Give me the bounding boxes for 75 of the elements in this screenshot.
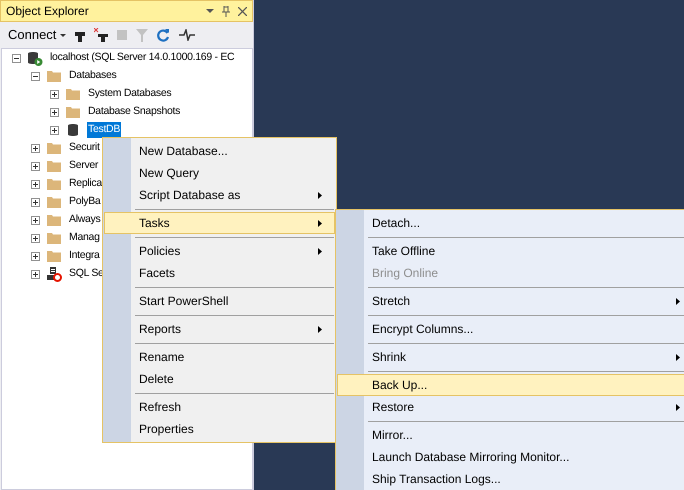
collapse-icon[interactable]: [12, 54, 21, 62]
folder-icon: [46, 159, 62, 173]
disconnect-icon[interactable]: [94, 28, 108, 42]
submenu-arrow-icon: [676, 404, 680, 410]
folder-icon: [46, 177, 62, 191]
expand-icon[interactable]: [31, 216, 40, 224]
menu-item[interactable]: Mirror...: [337, 424, 684, 446]
menu-item[interactable]: Rename: [104, 346, 335, 368]
menu-item[interactable]: Launch Database Mirroring Monitor...: [337, 446, 684, 468]
folder-icon: [46, 195, 62, 209]
folder-icon: [46, 213, 62, 227]
tree-item[interactable]: Database Snapshots: [87, 104, 182, 120]
menu-item[interactable]: Shrink: [337, 346, 684, 368]
submenu-arrow-icon: [676, 354, 680, 360]
database-icon: [65, 122, 81, 138]
expand-icon[interactable]: [31, 180, 40, 188]
expand-icon[interactable]: [50, 90, 59, 98]
expand-icon[interactable]: [31, 162, 40, 170]
tree-item[interactable]: TestDB: [87, 122, 122, 138]
collapse-icon[interactable]: [31, 72, 40, 80]
menu-item[interactable]: Properties: [104, 418, 335, 440]
menu-item[interactable]: Tasks: [104, 212, 335, 234]
tree-item[interactable]: Manag: [68, 230, 101, 246]
submenu-arrow-icon: [318, 220, 322, 226]
tree-item[interactable]: Always: [68, 212, 102, 228]
menu-item[interactable]: Take Offline: [337, 240, 684, 262]
submenu-arrow-icon: [676, 298, 680, 304]
submenu-arrow-icon: [318, 326, 322, 332]
folder-icon: [46, 249, 62, 263]
activity-icon[interactable]: [179, 29, 196, 41]
connect-button[interactable]: Connect: [8, 25, 66, 45]
tree-item[interactable]: Securit: [68, 140, 101, 156]
expand-icon[interactable]: [50, 126, 59, 134]
dropdown-icon[interactable]: [206, 9, 214, 13]
menu-item[interactable]: Reports: [104, 318, 335, 340]
menu-item[interactable]: Encrypt Columns...: [337, 318, 684, 340]
submenu-arrow-icon: [318, 192, 322, 198]
menu-item[interactable]: Ship Transaction Logs...: [337, 468, 684, 490]
menu-item[interactable]: Restore: [337, 396, 684, 418]
menu-item[interactable]: Facets: [104, 262, 335, 284]
expand-icon[interactable]: [50, 108, 59, 116]
agent-icon: [46, 266, 62, 282]
tree-item[interactable]: PolyBa: [68, 194, 102, 210]
menu-item[interactable]: Script Database as: [104, 184, 335, 206]
tree-item[interactable]: Server: [68, 158, 100, 174]
folder-icon: [46, 141, 62, 155]
menu-item[interactable]: Policies: [104, 240, 335, 262]
pin-icon[interactable]: [222, 6, 230, 16]
folder-icon: [46, 231, 62, 245]
menu-item[interactable]: Start PowerShell: [104, 290, 335, 312]
expand-icon[interactable]: [31, 270, 40, 278]
tree-item[interactable]: Replica: [68, 176, 103, 192]
menu-item[interactable]: Detach...: [337, 212, 684, 234]
menu-item[interactable]: Stretch: [337, 290, 684, 312]
menu-item[interactable]: New Query: [104, 162, 335, 184]
refresh-icon[interactable]: [157, 28, 170, 42]
tree-item[interactable]: Databases: [68, 68, 118, 84]
menu-item[interactable]: Back Up...: [337, 374, 684, 396]
tree-item[interactable]: System Databases: [87, 86, 172, 102]
expand-icon[interactable]: [31, 144, 40, 152]
folder-icon: [65, 105, 81, 119]
folder-icon: [46, 69, 62, 83]
menu-item[interactable]: Delete: [104, 368, 335, 390]
expand-icon[interactable]: [31, 234, 40, 242]
expand-icon[interactable]: [31, 198, 40, 206]
menu-item[interactable]: Refresh: [104, 396, 335, 418]
expand-icon[interactable]: [31, 252, 40, 260]
caret-icon: [60, 34, 66, 36]
tree-item[interactable]: Integra: [68, 248, 101, 264]
close-icon[interactable]: [238, 6, 247, 16]
menu-item[interactable]: New Database...: [104, 140, 335, 162]
tree-item[interactable]: localhost (SQL Server 14.0.1000.169 - EC: [49, 50, 236, 66]
panel-title: Object Explorer: [6, 3, 90, 20]
submenu-arrow-icon: [318, 248, 322, 254]
folder-icon: [65, 87, 81, 101]
